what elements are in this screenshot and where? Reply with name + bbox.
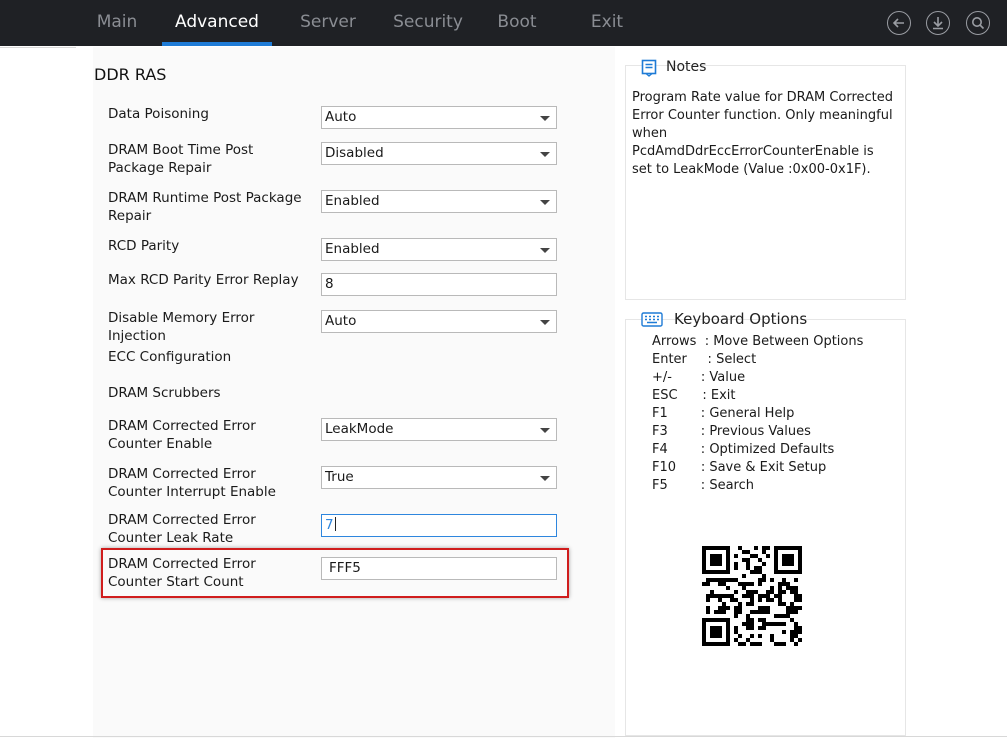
runtime-ppr-dropdown[interactable]: Enabled (321, 190, 557, 213)
tab-main[interactable]: Main (80, 0, 154, 46)
chevron-down-icon (540, 152, 550, 157)
keyboard-icon (641, 310, 663, 332)
chevron-down-icon (540, 428, 550, 433)
submenu-dram-scrubbers[interactable]: DRAM Scrubbers (108, 384, 313, 402)
divider (0, 736, 1007, 737)
counter-enable-dropdown[interactable]: LeakMode (321, 418, 557, 441)
field-value: Enabled (325, 241, 380, 257)
tab-exit[interactable]: Exit (582, 0, 632, 46)
top-navigation-bar: Main Advanced Server Security Boot Exit (0, 0, 1007, 46)
setting-label-counter-interrupt: DRAM Corrected Error Counter Interrupt E… (108, 466, 276, 500)
chevron-down-icon (540, 248, 550, 253)
field-value: Auto (325, 109, 357, 125)
max-rcd-replay-input[interactable]: 8 (321, 273, 557, 296)
keyboard-option-arrows: Arrows : Move Between Options (652, 334, 864, 349)
keyboard-option-f10: F10 : Save & Exit Setup (652, 460, 827, 475)
setting-label-data-poisoning: Data Poisoning (108, 106, 209, 122)
chevron-down-icon (540, 116, 550, 121)
disable-error-injection-dropdown[interactable]: Auto (321, 310, 557, 333)
chevron-down-icon (540, 200, 550, 205)
field-value: LeakMode (325, 421, 394, 437)
setting-label-leak-rate: DRAM Corrected Error Counter Leak Rate (108, 512, 256, 546)
keyboard-option-enter: Enter : Select (652, 352, 757, 367)
text-cursor (334, 517, 336, 531)
search-icon[interactable] (966, 11, 990, 35)
keyboard-option-f1: F1 : General Help (652, 406, 795, 421)
tab-security[interactable]: Security (383, 0, 473, 46)
setting-label-disable-error-injection: Disable Memory Error Injection (108, 310, 255, 344)
field-value: Disabled (325, 145, 384, 161)
setting-label-counter-enable: DRAM Corrected Error Counter Enable (108, 418, 256, 452)
boot-ppr-dropdown[interactable]: Disabled (321, 142, 557, 165)
chevron-down-icon (540, 320, 550, 325)
notes-text: Program Rate value for DRAM Corrected Er… (632, 90, 894, 177)
tab-boot[interactable]: Boot (487, 0, 547, 46)
keyboard-option-f5: F5 : Search (652, 478, 754, 493)
tab-server[interactable]: Server (288, 0, 368, 46)
keyboard-option-esc: ESC : Exit (652, 388, 736, 403)
chevron-down-icon (540, 476, 550, 481)
setting-label-rcd-parity: RCD Parity (108, 238, 180, 254)
rcd-parity-dropdown[interactable]: Enabled (321, 238, 557, 261)
setting-label-runtime-ppr: DRAM Runtime Post Package Repair (108, 190, 302, 224)
keyboard-option-f4: F4 : Optimized Defaults (652, 442, 835, 457)
data-poisoning-dropdown[interactable]: Auto (321, 106, 557, 129)
tab-advanced[interactable]: Advanced (162, 0, 272, 46)
field-value: 8 (325, 276, 334, 292)
page-title: DDR RAS (94, 65, 167, 84)
keyboard-option-f3: F3 : Previous Values (652, 424, 811, 439)
keyboard-option-plus-minus: +/- : Value (652, 370, 746, 385)
highlight-box (101, 548, 569, 598)
keyboard-options-title: Keyboard Options (674, 310, 808, 328)
back-icon[interactable] (887, 11, 911, 35)
leak-rate-input[interactable]: 7 (321, 514, 557, 537)
field-value: Enabled (325, 193, 380, 209)
notes-title: Notes (666, 59, 707, 75)
field-value: Auto (325, 313, 357, 329)
divider (0, 47, 76, 48)
field-value: 7 (325, 517, 334, 533)
download-icon[interactable] (926, 11, 950, 35)
field-value: True (325, 469, 354, 485)
qr-code (692, 536, 812, 653)
submenu-ecc-configuration[interactable]: ECC Configuration (108, 348, 313, 366)
counter-interrupt-dropdown[interactable]: True (321, 466, 557, 489)
notes-icon (640, 59, 658, 81)
setting-label-boot-ppr: DRAM Boot Time Post Package Repair (108, 142, 254, 176)
setting-label-max-rcd-replay: Max RCD Parity Error Replay (108, 272, 299, 288)
